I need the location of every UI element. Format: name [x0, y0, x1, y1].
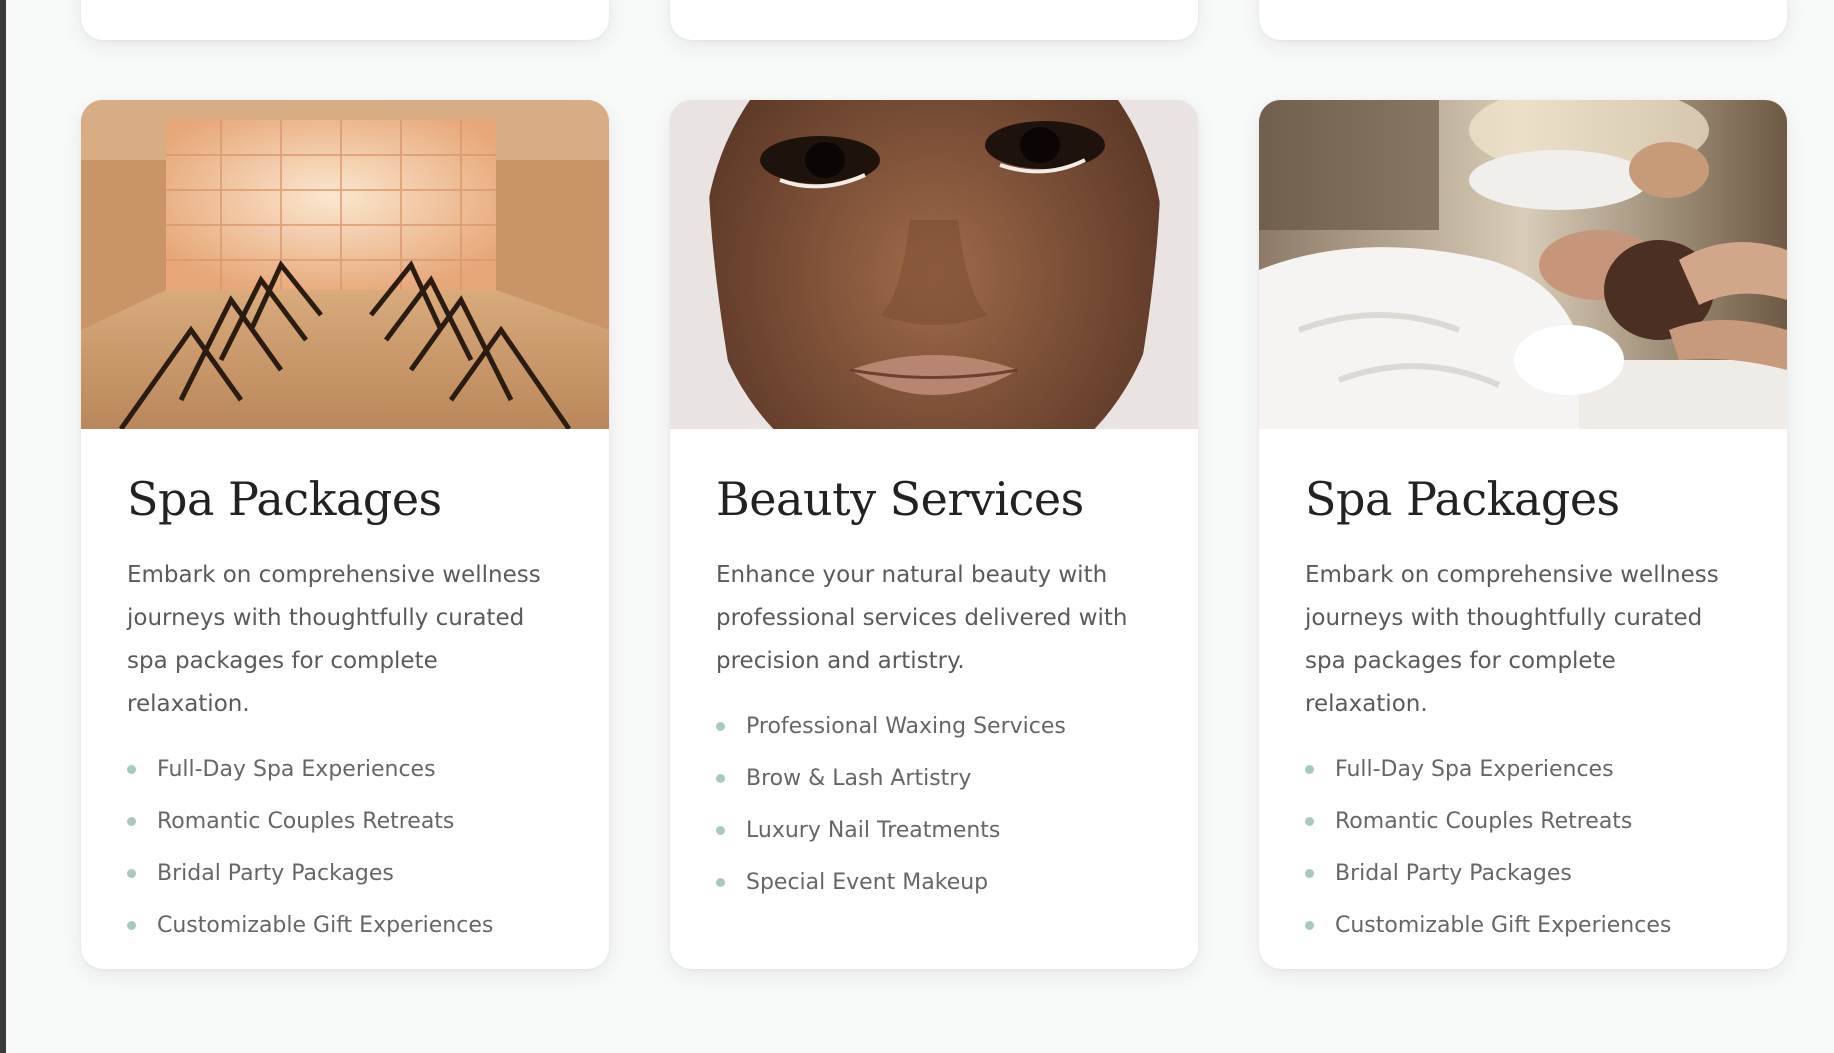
bullet-icon [716, 878, 725, 888]
bullet-icon [1305, 869, 1314, 879]
feature-label: Brow & Lash Artistry [746, 766, 972, 792]
card-title: Spa Packages [1305, 472, 1620, 526]
card-body: Spa Packages Embark on comprehensive wel… [81, 429, 609, 952]
feature-label: Luxury Nail Treatments [746, 818, 1001, 844]
feature-list: Full-Day Spa Experiences Romantic Couple… [127, 744, 563, 952]
list-item: Customizable Gift Experiences [127, 900, 563, 952]
feature-label: Customizable Gift Experiences [1335, 913, 1672, 939]
bullet-icon [1305, 921, 1314, 931]
feature-label: Romantic Couples Retreats [157, 809, 455, 835]
list-item: Luxury Nail Treatments [716, 805, 1152, 857]
feature-list: Professional Waxing Services Brow & Lash… [716, 701, 1152, 909]
service-card-beauty-services[interactable]: Beauty Services Enhance your natural bea… [670, 100, 1198, 969]
feature-label: Full-Day Spa Experiences [1335, 757, 1614, 783]
feature-label: Bridal Party Packages [1335, 861, 1572, 887]
list-item: Full-Day Spa Experiences [1305, 744, 1741, 796]
previous-card-2 [670, 0, 1198, 40]
service-card-spa-packages-2[interactable]: Spa Packages Embark on comprehensive wel… [1259, 100, 1787, 969]
bullet-icon [716, 774, 725, 784]
card-description: Enhance your natural beauty with profess… [716, 561, 1128, 674]
card-title: Spa Packages [127, 472, 442, 526]
card-title: Beauty Services [716, 472, 1084, 526]
bullet-icon [127, 817, 136, 827]
list-item: Professional Waxing Services [716, 701, 1152, 753]
bullet-icon [127, 765, 136, 775]
list-item: Brow & Lash Artistry [716, 753, 1152, 805]
card-body: Beauty Services Enhance your natural bea… [670, 429, 1198, 909]
couples-massage-image [1259, 100, 1787, 429]
feature-label: Romantic Couples Retreats [1335, 809, 1633, 835]
list-item: Full-Day Spa Experiences [127, 744, 563, 796]
bullet-icon [127, 921, 136, 931]
list-item: Customizable Gift Experiences [1305, 900, 1741, 952]
feature-label: Full-Day Spa Experiences [157, 757, 436, 783]
bullet-icon [127, 869, 136, 879]
card-description: Embark on comprehensive wellness journey… [127, 561, 541, 717]
card-description: Embark on comprehensive wellness journey… [1305, 561, 1719, 717]
bullet-icon [716, 826, 725, 836]
window-left-edge [0, 0, 6, 1053]
salt-room-image [81, 100, 609, 429]
list-item: Special Event Makeup [716, 857, 1152, 909]
feature-label: Professional Waxing Services [746, 714, 1066, 740]
feature-label: Customizable Gift Experiences [157, 913, 494, 939]
previous-card-3 [1259, 0, 1787, 40]
bullet-icon [716, 722, 725, 732]
list-item: Bridal Party Packages [127, 848, 563, 900]
list-item: Bridal Party Packages [1305, 848, 1741, 900]
card-body: Spa Packages Embark on comprehensive wel… [1259, 429, 1787, 952]
previous-card-1 [81, 0, 609, 40]
feature-label: Special Event Makeup [746, 870, 989, 896]
feature-list: Full-Day Spa Experiences Romantic Couple… [1305, 744, 1741, 952]
service-card-spa-packages[interactable]: Spa Packages Embark on comprehensive wel… [81, 100, 609, 969]
bullet-icon [1305, 765, 1314, 775]
list-item: Romantic Couples Retreats [1305, 796, 1741, 848]
list-item: Romantic Couples Retreats [127, 796, 563, 848]
beauty-portrait-image [670, 100, 1198, 429]
bullet-icon [1305, 817, 1314, 827]
feature-label: Bridal Party Packages [157, 861, 394, 887]
